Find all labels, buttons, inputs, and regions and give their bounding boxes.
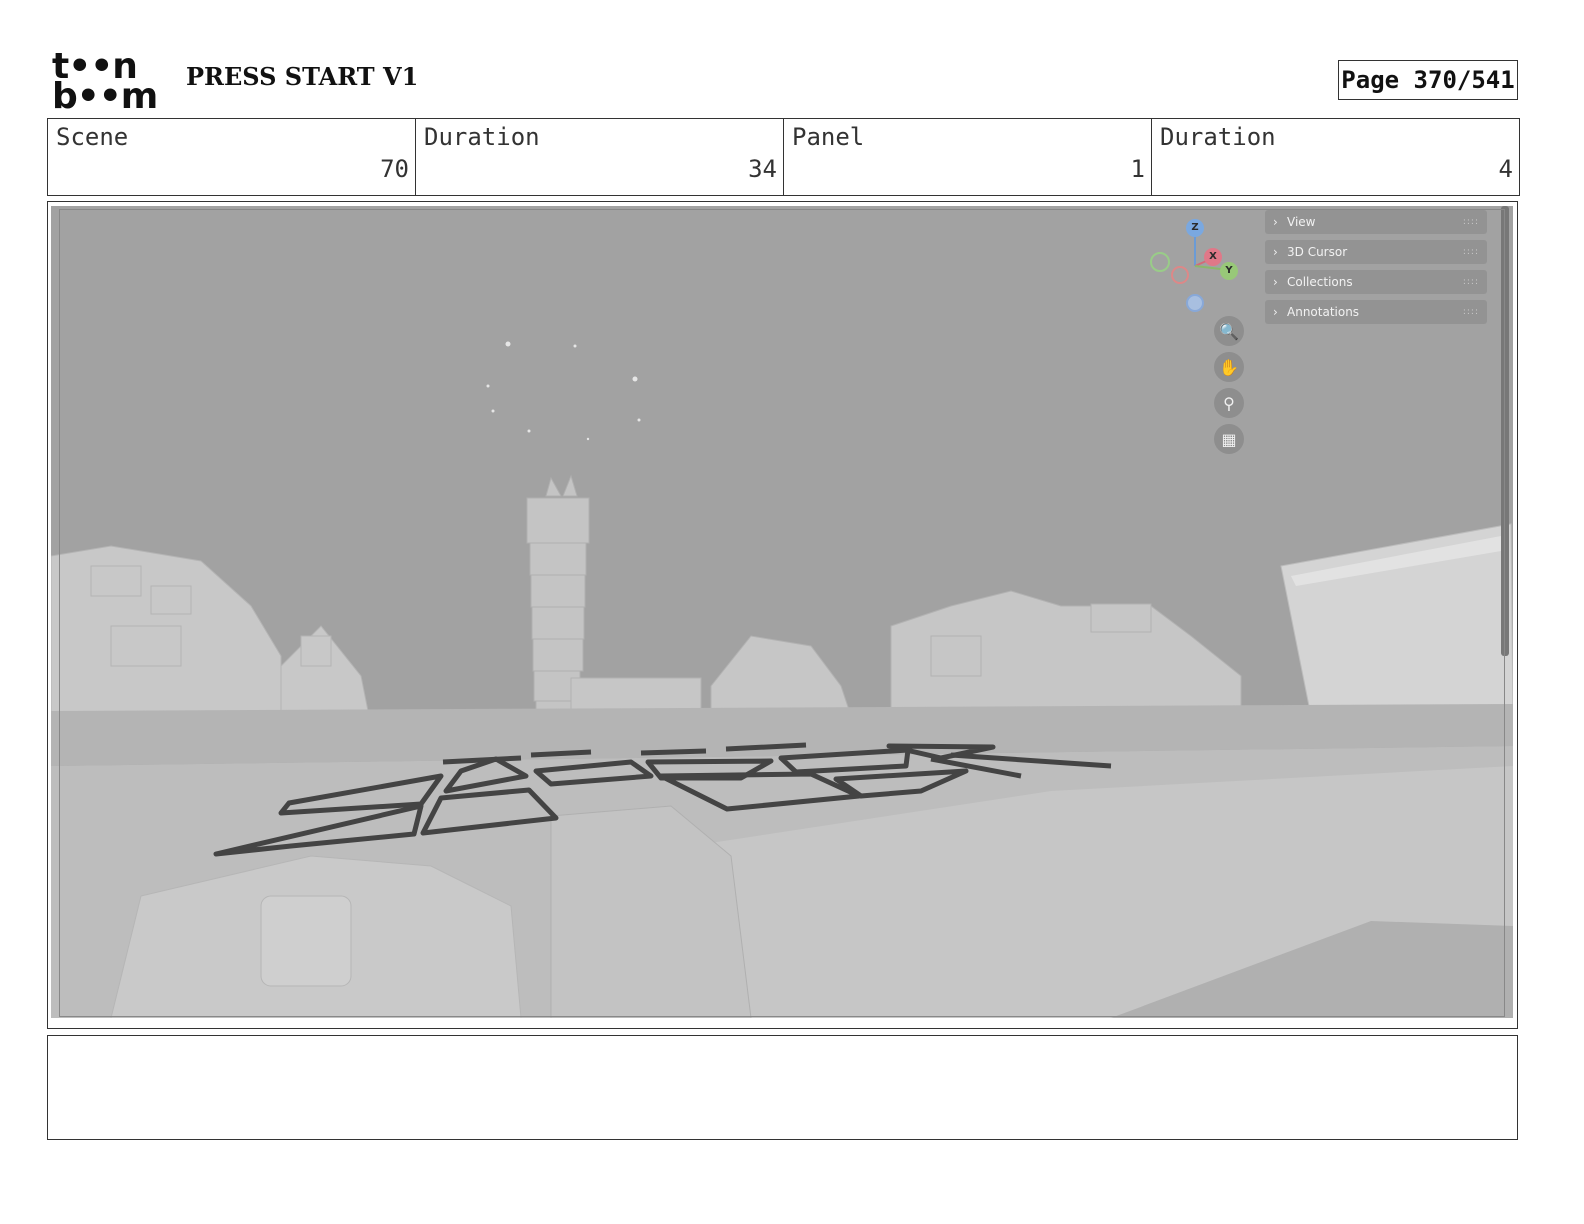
panel-duration-cell: Duration 4 — [1152, 119, 1519, 195]
chevron-right-icon: › — [1273, 305, 1278, 319]
panel-3d-cursor-label: 3D Cursor — [1287, 245, 1348, 259]
scene-value: 70 — [380, 155, 409, 183]
zoom-icon[interactable]: 🔍 — [1214, 316, 1244, 346]
panel-view-label: View — [1287, 215, 1316, 229]
scene-duration-label: Duration — [424, 123, 540, 151]
gizmo-y-axis[interactable]: Y — [1220, 262, 1238, 280]
gizmo-neg-z[interactable] — [1186, 294, 1204, 312]
panel-view[interactable]: › View :::: — [1265, 210, 1487, 234]
chevron-right-icon: › — [1273, 215, 1278, 229]
panel-duration-value: 4 — [1498, 155, 1513, 183]
panel-duration-label: Duration — [1160, 123, 1276, 151]
camera-icon[interactable]: ⚲ — [1214, 388, 1244, 418]
toon-boom-logo: t••n b••m — [52, 49, 164, 117]
page-counter: Page 370/541 — [1338, 60, 1518, 100]
panel-value: 1 — [1130, 155, 1145, 183]
grid-icon[interactable]: ▦ — [1214, 424, 1244, 454]
orientation-gizmo[interactable]: Z X Y — [1147, 216, 1247, 312]
gizmo-neg-x[interactable] — [1171, 266, 1189, 284]
notes-box[interactable] — [47, 1035, 1518, 1140]
scene-duration-value: 34 — [748, 155, 777, 183]
panel-collections-label: Collections — [1287, 275, 1353, 289]
3d-viewport[interactable]: Z X Y 🔍 ✋ ⚲ ▦ › View :::: › 3D Cursor ::… — [51, 206, 1513, 1018]
panel-label: Panel — [792, 123, 865, 151]
panel-cell: Panel 1 — [784, 119, 1152, 195]
gizmo-neg-y[interactable] — [1150, 252, 1170, 272]
panel-annotations-label: Annotations — [1287, 305, 1360, 319]
scene-duration-cell: Duration 34 — [416, 119, 784, 195]
grip-icon[interactable]: :::: — [1463, 217, 1479, 227]
viewport-scrollbar[interactable] — [1501, 206, 1509, 656]
panel-collections[interactable]: › Collections :::: — [1265, 270, 1487, 294]
scene-cell: Scene 70 — [48, 119, 416, 195]
grip-icon[interactable]: :::: — [1463, 277, 1479, 287]
gizmo-z-axis[interactable]: Z — [1186, 219, 1204, 237]
logo-line-2: b••m — [52, 76, 158, 117]
chevron-right-icon: › — [1273, 275, 1278, 289]
grip-icon[interactable]: :::: — [1463, 247, 1479, 257]
chevron-right-icon: › — [1273, 245, 1278, 259]
panel-annotations[interactable]: › Annotations :::: — [1265, 300, 1487, 324]
hand-icon[interactable]: ✋ — [1214, 352, 1244, 382]
panel-3d-cursor[interactable]: › 3D Cursor :::: — [1265, 240, 1487, 264]
scene-label: Scene — [56, 123, 129, 151]
document-title: PRESS START V1 — [186, 62, 419, 91]
sidebar-panel: › View :::: › 3D Cursor :::: › Collectio… — [1265, 210, 1487, 330]
grip-icon[interactable]: :::: — [1463, 307, 1479, 317]
gizmo-x-axis[interactable]: X — [1204, 248, 1222, 266]
scene-info-row: Scene 70 Duration 34 Panel 1 Duration 4 — [47, 118, 1520, 196]
